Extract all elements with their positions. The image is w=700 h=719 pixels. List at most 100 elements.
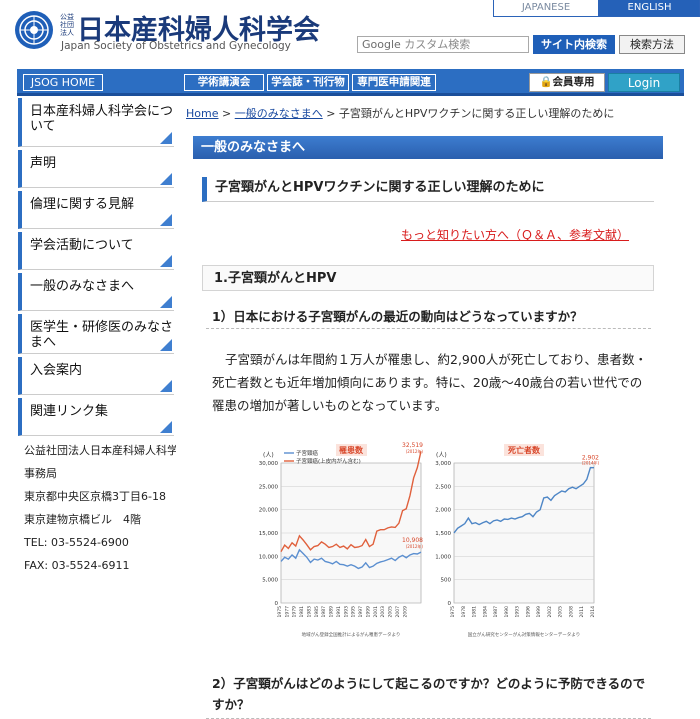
lang-japanese-button[interactable]: JAPANESE: [493, 0, 599, 17]
search-placeholder: カスタム検索: [404, 38, 471, 51]
sidebar-item-about[interactable]: 日本産科婦人科学会について: [18, 98, 174, 147]
org-name-en: Japan Society of Obstetrics and Gynecolo…: [61, 40, 291, 52]
chart-source-note: 国立がん研究センターがん対策情報センターデータより: [468, 631, 580, 638]
office-building: 東京建物京橋ビル 4階: [24, 513, 141, 526]
office-info: 公益社団法人日本産科婦人科学会 事務局 東京都中央区京橋3丁目6-18 東京建物…: [18, 439, 189, 577]
chart-y-tick-label: 10,000: [259, 554, 279, 560]
chart-y-tick-label: 2,000: [435, 508, 451, 514]
chart-data-label: (2012年): [406, 543, 424, 549]
jsog-logo-icon[interactable]: [14, 10, 54, 50]
search-howto-button[interactable]: 検索方法: [619, 35, 685, 54]
chart-y-axis-label: (人): [263, 452, 274, 459]
sidebar-item-ethics[interactable]: 倫理に関する見解: [18, 191, 174, 229]
sidebar-item-statement[interactable]: 声明: [18, 150, 174, 188]
search-brand: Google: [362, 38, 401, 51]
chart-legend-label: 子宮頸癌: [296, 449, 319, 457]
chart-x-tick-label: 2005: [388, 606, 394, 618]
chart-x-tick-label: 1977: [284, 606, 290, 618]
breadcrumb-home[interactable]: Home: [186, 107, 218, 120]
chart-x-tick-label: 1985: [314, 606, 320, 618]
sidebar-item-public[interactable]: 一般のみなさまへ: [18, 273, 174, 311]
chart-x-tick-label: 1981: [472, 606, 478, 618]
chart-data-label: 10,908: [402, 537, 423, 544]
charts-figure: 0 5,000 10,000 15,000 20,000 25,000 30,000 (人) 罹…: [256, 428, 606, 641]
chart-data-label: 32,519: [402, 442, 423, 449]
chart-y-tick-label: 5,000: [262, 578, 278, 584]
chart-x-tick-label: 1989: [329, 606, 335, 618]
sidebar-item-students[interactable]: 医学生・研修医のみなさまへ: [18, 314, 174, 354]
chart-x-tick-label: 1997: [358, 606, 364, 618]
office-org: 公益社団法人日本産科婦人科学会: [24, 444, 189, 457]
office-title: 事務局: [24, 467, 57, 480]
breadcrumb-current: 子宮頸がんとHPVワクチンに関する正しい理解のために: [338, 107, 615, 120]
charts-svg: 05,00010,00015,00020,00025,00030,000(人)罹…: [259, 442, 600, 638]
nav-item-meeting[interactable]: 学術講演会: [184, 74, 264, 91]
breadcrumb-sep: >: [221, 107, 232, 120]
chart-x-tick-label: 1990: [504, 606, 510, 618]
chart-y-tick-label: 20,000: [259, 508, 279, 514]
question-2: 2）子宮頸がんはどのようにして起こるのですか？どのように予防できるのですか？: [212, 676, 646, 712]
nav-home-button[interactable]: JSOG HOME: [23, 74, 103, 91]
chart-title: 死亡者数: [507, 445, 541, 455]
nav-item-specialist[interactable]: 専門医申請関連: [352, 74, 436, 91]
chart-x-tick-label: 1978: [461, 606, 467, 618]
chart-x-tick-label: 1999: [365, 606, 371, 618]
chart-x-tick-label: 1996: [525, 606, 531, 618]
search-input[interactable]: Google カスタム検索: [357, 36, 529, 53]
chart-x-tick-label: 2003: [380, 606, 386, 618]
office-tel: TEL: 03-5524-6900: [24, 536, 129, 549]
chart-x-tick-label: 1987: [493, 606, 499, 618]
heading-cervical-cancer-hpv: 1.子宮頸がんとHPV: [202, 265, 654, 291]
breadcrumb-section[interactable]: 一般のみなさまへ: [235, 107, 323, 120]
divider: [206, 328, 651, 329]
chart-x-tick-label: 1993: [343, 606, 349, 618]
chart-x-tick-label: 2008: [568, 606, 574, 618]
chart-x-tick-label: 2002: [547, 606, 553, 618]
corp-label: 公益社団法人: [60, 13, 74, 37]
chart-x-tick-label: 1993: [515, 606, 521, 618]
chart-y-tick-label: 25,000: [259, 484, 279, 490]
chart-y-tick-label: 2,500: [435, 484, 451, 490]
chart-x-tick-label: 2007: [395, 606, 401, 618]
chart-data-label: (2014年): [582, 460, 600, 466]
sidebar-item-links[interactable]: 関連リンク集: [18, 398, 174, 436]
chart-x-tick-label: 1995: [351, 606, 357, 618]
chart-x-tick-label: 2005: [558, 606, 564, 618]
sidebar: 日本産科婦人科学会について 声明 倫理に関する見解 学会活動について 一般のみな…: [18, 98, 189, 577]
lock-icon: 🔒: [539, 76, 553, 88]
chart-y-tick-label: 15,000: [259, 531, 279, 537]
site-search-button[interactable]: サイト内検索: [533, 35, 615, 54]
nav-bar: JSOG HOME 学術講演会 学会誌・刊行物 専門医申請関連 🔒会員専用 Lo…: [17, 69, 684, 96]
chart-data-label: (2012年): [406, 448, 424, 454]
chart-y-axis-label: (人): [436, 452, 447, 459]
lang-english-button[interactable]: ENGLISH: [599, 0, 700, 17]
login-button[interactable]: Login: [608, 73, 680, 92]
chart-x-tick-label: 1975: [450, 606, 456, 618]
chart-legend-label: 子宮頸癌(上皮内がん含む): [296, 457, 361, 465]
paragraph-1: 子宮頸がんは年間約１万人が罹患し、約2,900人が死亡しており、患者数・死亡者数…: [212, 352, 648, 413]
chart-x-tick-label: 1999: [536, 606, 542, 618]
chart-x-tick-label: 2009: [402, 606, 408, 618]
question-1: 1）日本における子宮頸がんの最近の動向はどうなっていますか？: [212, 309, 583, 324]
chart-y-tick-label: 1,500: [435, 531, 451, 537]
chart-x-tick-label: 1991: [336, 606, 342, 618]
breadcrumb-sep: >: [326, 107, 336, 120]
chart-x-tick-label: 2011: [579, 606, 585, 618]
chart-source-note: 地域がん登録全国推計によるがん罹患データより: [302, 631, 401, 638]
members-label: 会員専用: [552, 76, 595, 88]
nav-item-journal[interactable]: 学会誌・刊行物: [267, 74, 349, 91]
members-only-button[interactable]: 🔒会員専用: [529, 73, 605, 92]
chart-y-tick-label: 3,000: [435, 461, 451, 467]
chart-x-tick-label: 1983: [306, 606, 312, 618]
chart-title: 罹患数: [339, 445, 364, 455]
section-header: 一般のみなさまへ: [193, 136, 663, 159]
chart-x-tick-label: 1984: [482, 606, 488, 618]
main-content: Home > 一般のみなさまへ > 子宮頸がんとHPVワクチンに関する正しい理解…: [176, 98, 684, 719]
chart-x-tick-label: 1981: [299, 606, 305, 618]
sidebar-item-activities[interactable]: 学会活動について: [18, 232, 174, 270]
sidebar-item-join[interactable]: 入会案内: [18, 357, 174, 395]
chart-x-tick-label: 2014: [590, 606, 596, 618]
more-info-link[interactable]: もっと知りたい方へ（Ｑ＆Ａ、参考文献）: [401, 226, 629, 243]
chart-x-tick-label: 1975: [277, 606, 283, 618]
breadcrumb: Home > 一般のみなさまへ > 子宮頸がんとHPVワクチンに関する正しい理解…: [186, 105, 614, 121]
